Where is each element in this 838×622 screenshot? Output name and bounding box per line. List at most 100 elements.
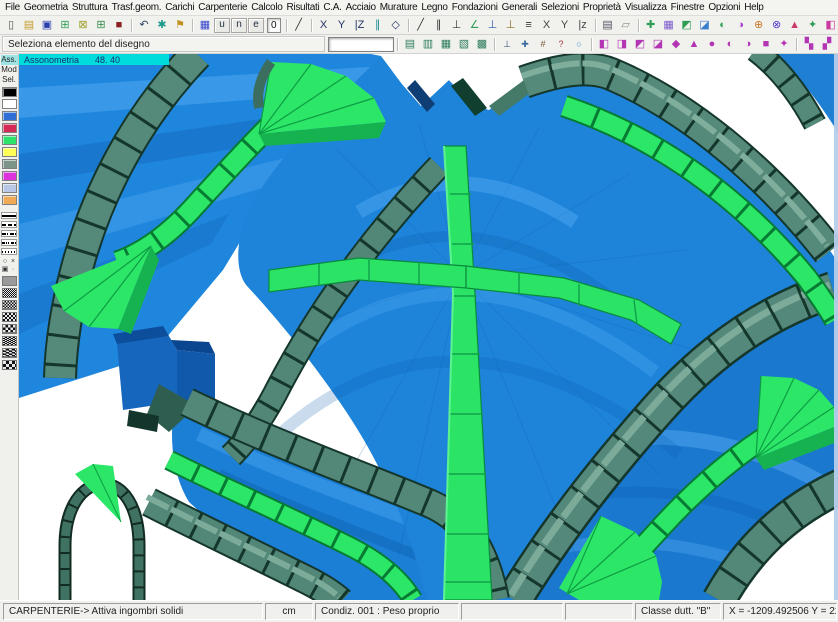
menu-help[interactable]: Help bbox=[742, 2, 765, 13]
menu-risultati[interactable]: Risultati bbox=[285, 2, 322, 13]
ucs-u-button[interactable]: u bbox=[214, 18, 230, 33]
solid-view-icon[interactable]: ▦ bbox=[437, 36, 455, 53]
color-swatch-4[interactable] bbox=[2, 135, 17, 145]
sidebar-tab-selezione[interactable]: Sel. bbox=[1, 75, 18, 85]
color-swatch-2[interactable] bbox=[2, 111, 17, 121]
hidden-line-view-icon[interactable]: ▥ bbox=[419, 36, 437, 53]
menu-fondazioni[interactable]: Fondazioni bbox=[450, 2, 500, 13]
snap-z-icon[interactable]: |z bbox=[574, 17, 592, 34]
renumber-mesh-icon[interactable]: ■ bbox=[757, 36, 775, 53]
regen-icon[interactable]: ✱ bbox=[153, 17, 171, 34]
color-swatch-1[interactable] bbox=[2, 99, 17, 109]
color-swatch-6[interactable] bbox=[2, 159, 17, 169]
menu-murature[interactable]: Murature bbox=[378, 2, 420, 13]
materials-icon[interactable]: ⚑ bbox=[171, 17, 189, 34]
menu-opzioni[interactable]: Opzioni bbox=[706, 2, 742, 13]
query-icon[interactable]: ? bbox=[552, 36, 570, 53]
menu-visualizza[interactable]: Visualizza bbox=[623, 2, 669, 13]
draw-line-icon[interactable]: ╱ bbox=[290, 17, 308, 34]
line-style-solid[interactable] bbox=[1, 212, 17, 219]
viewport-canvas[interactable] bbox=[19, 54, 838, 600]
menu-carichi[interactable]: Carichi bbox=[163, 2, 196, 13]
menu-struttura[interactable]: Struttura bbox=[70, 2, 110, 13]
ucs-e-button[interactable]: e bbox=[248, 18, 264, 33]
axis-z-icon[interactable]: |Z bbox=[351, 17, 369, 34]
wireframe-view-icon[interactable]: ▤ bbox=[401, 36, 419, 53]
open-archive-icon[interactable]: ⊞ bbox=[56, 17, 74, 34]
gen-arc-icon[interactable]: ◐ bbox=[714, 17, 732, 34]
gen-move-icon[interactable]: ⊗ bbox=[768, 17, 786, 34]
mirror-mesh-icon[interactable]: ◩ bbox=[631, 36, 649, 53]
gen-copy-icon[interactable]: ⊕ bbox=[750, 17, 768, 34]
delete-model-icon[interactable]: ■ bbox=[110, 17, 128, 34]
snap-y-icon[interactable]: Y bbox=[556, 17, 574, 34]
move-mesh-icon[interactable]: ◧ bbox=[595, 36, 613, 53]
menu-generali[interactable]: Generali bbox=[500, 2, 539, 13]
notes-icon[interactable]: ▤ bbox=[599, 17, 617, 34]
menu-legno[interactable]: Legno bbox=[419, 2, 449, 13]
sidebar-tab-modello[interactable]: Mod bbox=[1, 65, 18, 75]
mesh-shells-icon[interactable]: ◩ bbox=[678, 17, 696, 34]
gen-floor-icon[interactable]: ▚ bbox=[800, 36, 818, 53]
axis-x-icon[interactable]: X bbox=[315, 17, 333, 34]
menu-c-a[interactable]: C.A. bbox=[321, 2, 343, 13]
color-swatch-9[interactable] bbox=[2, 195, 17, 205]
node-symbol-1[interactable]: × bbox=[9, 258, 17, 266]
line-style-dotted[interactable] bbox=[1, 248, 17, 255]
rotate-mesh-icon[interactable]: ◨ bbox=[613, 36, 631, 53]
merge-model-icon[interactable]: ⊞ bbox=[92, 17, 110, 34]
axis-y-icon[interactable]: Y bbox=[333, 17, 351, 34]
model-viewport[interactable]: Assonometria 48. 40 bbox=[19, 54, 838, 600]
undo-icon[interactable]: ↶ bbox=[135, 17, 153, 34]
menu-finestre[interactable]: Finestre bbox=[669, 2, 707, 13]
mesh-beams-icon[interactable]: ▦ bbox=[660, 17, 678, 34]
gen-extrude-icon[interactable]: ▲ bbox=[786, 17, 804, 34]
snap-perpendicular-icon[interactable]: ⊥ bbox=[448, 17, 466, 34]
gen-check-icon[interactable]: ✦ bbox=[804, 17, 822, 34]
layers-icon[interactable]: ▦ bbox=[196, 17, 214, 34]
divide-mesh-icon[interactable]: ◆ bbox=[667, 36, 685, 53]
coordinate-field[interactable]: 0 bbox=[267, 18, 281, 33]
hatch-pattern-checker-large[interactable] bbox=[2, 324, 17, 334]
offset-mesh-icon[interactable]: ◐ bbox=[721, 36, 739, 53]
align-mesh-icon[interactable]: ▲ bbox=[685, 36, 703, 53]
line-style-dashdotdot[interactable] bbox=[1, 239, 17, 246]
gen-wall-icon[interactable]: ▞ bbox=[818, 36, 836, 53]
optimize-mesh-icon[interactable]: ✦ bbox=[775, 36, 793, 53]
node-symbol-3[interactable]: · bbox=[9, 266, 17, 274]
parallel-axis-icon[interactable]: ∥ bbox=[369, 17, 387, 34]
save-icon[interactable]: ▣ bbox=[38, 17, 56, 34]
color-swatch-3[interactable] bbox=[2, 123, 17, 133]
stretch-mesh-icon[interactable]: ● bbox=[703, 36, 721, 53]
node-symbol-0[interactable]: ○ bbox=[1, 258, 9, 266]
snap-x-icon[interactable]: X bbox=[538, 17, 556, 34]
menu-selezioni[interactable]: Selezioni bbox=[539, 2, 581, 13]
hatch-pattern-checker-medium[interactable] bbox=[2, 312, 17, 322]
ucs-view-icon[interactable]: ⊥ bbox=[498, 36, 516, 53]
line-style-dashed[interactable] bbox=[1, 221, 17, 228]
hatch-pattern-checker-xl[interactable] bbox=[2, 360, 17, 370]
render-view-icon[interactable]: ▩ bbox=[473, 36, 491, 53]
scale-mesh-icon[interactable]: ◪ bbox=[649, 36, 667, 53]
hatch-pattern-checker-small[interactable] bbox=[2, 300, 17, 310]
save-archive-icon[interactable]: ⊠ bbox=[74, 17, 92, 34]
mesh-solids-icon[interactable]: ◪ bbox=[696, 17, 714, 34]
polygon-icon[interactable]: ◇ bbox=[387, 17, 405, 34]
new-file-icon[interactable]: ▯ bbox=[2, 17, 20, 34]
snap-grid-icon[interactable]: ≡ bbox=[520, 17, 538, 34]
gen-measure-icon[interactable]: ◧ bbox=[822, 17, 838, 34]
eraser-icon[interactable]: ▱ bbox=[617, 17, 635, 34]
hatch-pattern-solid-gray[interactable] bbox=[2, 276, 17, 286]
selection-input[interactable] bbox=[328, 37, 394, 52]
weld-mesh-icon[interactable]: ◑ bbox=[739, 36, 757, 53]
mesh-nodes-icon[interactable]: ✚ bbox=[642, 17, 660, 34]
hatch-pattern-dither-dense[interactable] bbox=[2, 336, 17, 346]
menu-file[interactable]: File bbox=[3, 2, 22, 13]
snap-normal-icon[interactable]: ⊥ bbox=[484, 17, 502, 34]
color-swatch-5[interactable] bbox=[2, 147, 17, 157]
line-style-dashdot[interactable] bbox=[1, 230, 17, 237]
node-symbol-2[interactable]: ▣ bbox=[1, 266, 9, 274]
color-swatch-7[interactable] bbox=[2, 171, 17, 181]
snap-parallel-icon[interactable]: ∥ bbox=[430, 17, 448, 34]
ucs-n-button[interactable]: n bbox=[231, 18, 247, 33]
